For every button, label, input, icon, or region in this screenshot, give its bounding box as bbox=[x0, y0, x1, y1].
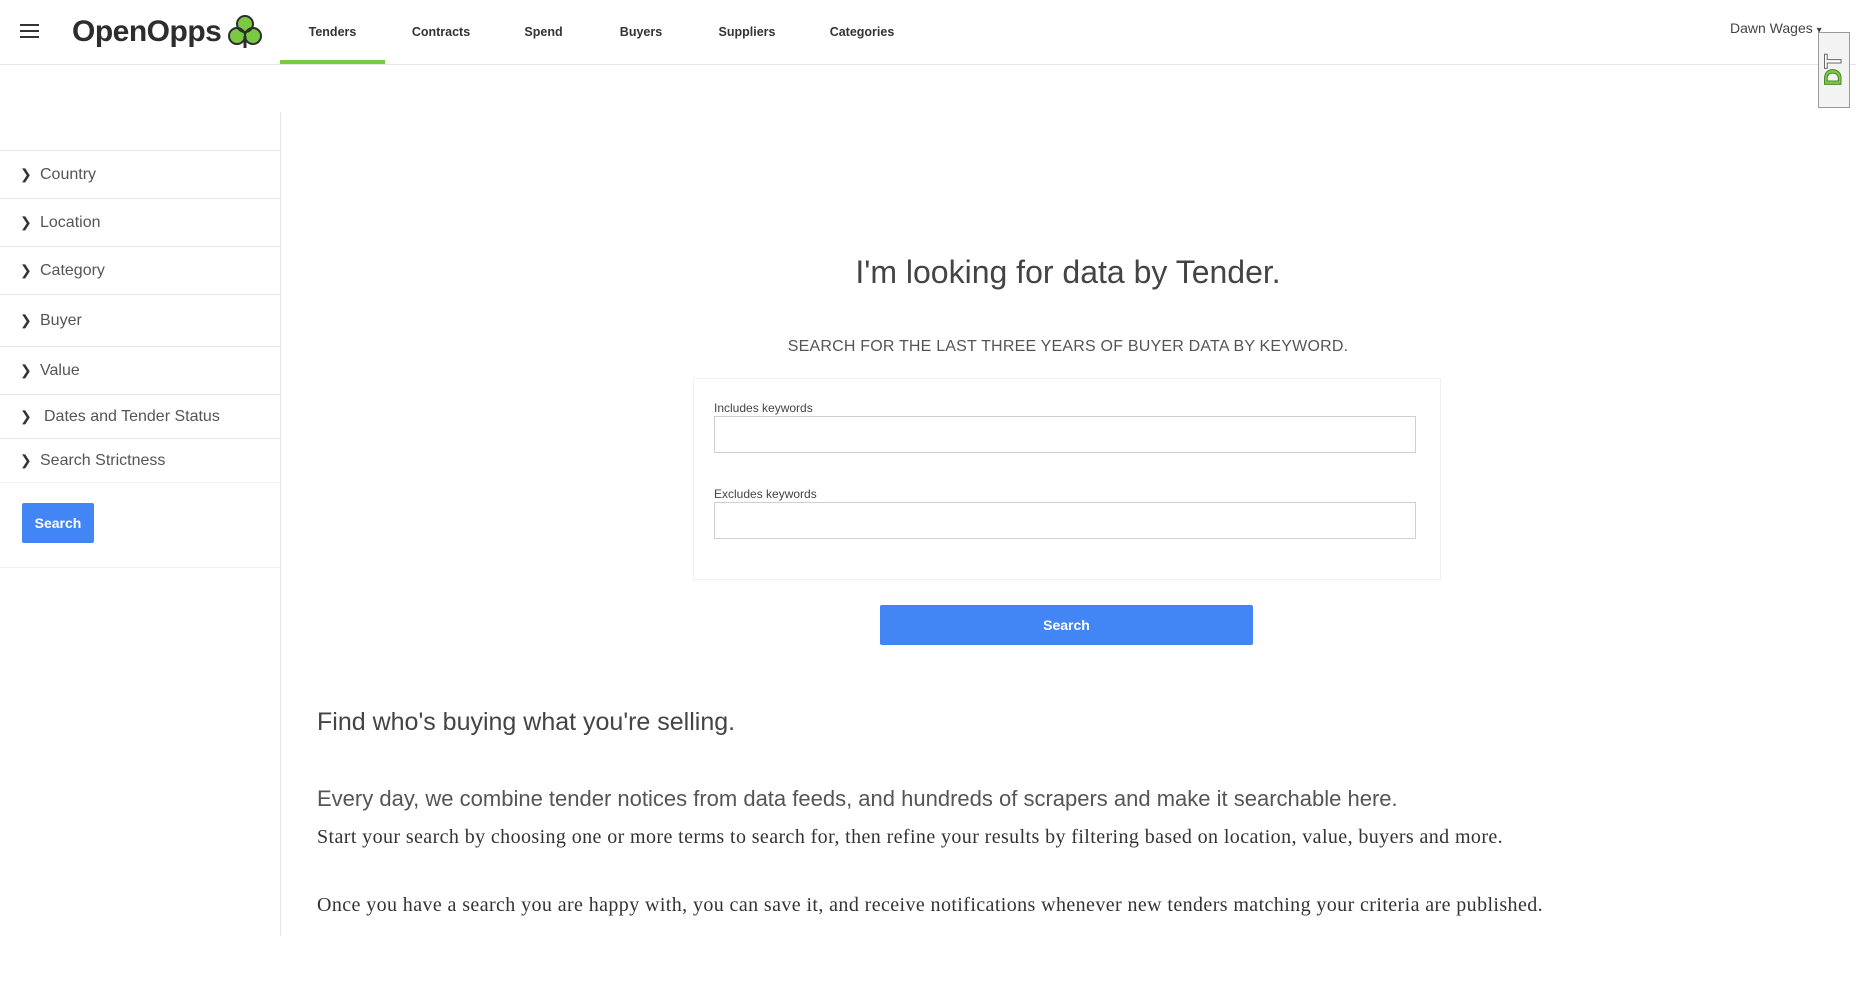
chevron-right-icon: ❯ bbox=[20, 452, 32, 468]
dt-badge-text: DT bbox=[1820, 53, 1848, 86]
nav-contracts[interactable]: Contracts bbox=[385, 0, 497, 64]
filter-label: Buyer bbox=[40, 311, 82, 329]
search-button[interactable]: Search bbox=[880, 605, 1253, 645]
divider bbox=[0, 567, 280, 568]
chevron-right-icon: ❯ bbox=[20, 214, 32, 230]
filter-buyer[interactable]: ❯ Buyer bbox=[0, 295, 280, 347]
filter-label: Category bbox=[40, 261, 105, 279]
filter-sidebar: ❯ Country ❯ Location ❯ Category ❯ Buyer … bbox=[0, 112, 281, 936]
filter-value[interactable]: ❯ Value bbox=[0, 347, 280, 395]
chevron-right-icon: ❯ bbox=[20, 312, 32, 328]
page-subtitle: SEARCH FOR THE LAST THREE YEARS OF BUYER… bbox=[787, 338, 1349, 355]
filter-label: Country bbox=[40, 165, 97, 183]
filter-search-strictness[interactable]: ❯ Search Strictness bbox=[0, 439, 280, 483]
sidebar-search-button[interactable]: Search bbox=[22, 503, 94, 543]
chevron-right-icon: ❯ bbox=[20, 262, 32, 278]
clover-logo-icon bbox=[228, 15, 263, 48]
filter-category[interactable]: ❯ Category bbox=[0, 247, 280, 295]
filter-dates-and-status[interactable]: ❯ Dates and Tender Status bbox=[0, 395, 280, 439]
nav-categories[interactable]: Categories bbox=[802, 0, 922, 64]
user-menu[interactable]: Dawn Wages ▾ bbox=[1730, 20, 1822, 36]
filter-label: Dates and Tender Status bbox=[44, 407, 220, 425]
page-title: I'm looking for data by Tender. bbox=[855, 254, 1281, 290]
filter-list: ❯ Country ❯ Location ❯ Category ❯ Buyer … bbox=[0, 150, 280, 483]
filter-label: Location bbox=[40, 213, 101, 231]
nav-buyers[interactable]: Buyers bbox=[590, 0, 692, 64]
nav-spend[interactable]: Spend bbox=[497, 0, 590, 64]
logo[interactable]: OpenOpps bbox=[72, 12, 263, 52]
includes-keywords-label: Includes keywords bbox=[714, 401, 813, 415]
chevron-right-icon: ❯ bbox=[20, 408, 32, 424]
filter-country[interactable]: ❯ Country bbox=[0, 151, 280, 199]
nav-suppliers[interactable]: Suppliers bbox=[692, 0, 802, 64]
top-header: OpenOpps Tenders Contracts Spend Buyers … bbox=[0, 0, 1856, 65]
filter-label: Search Strictness bbox=[40, 451, 166, 469]
nav-tenders[interactable]: Tenders bbox=[280, 0, 385, 64]
filter-location[interactable]: ❯ Location bbox=[0, 199, 280, 247]
keyword-search-card: Includes keywords Excludes keywords bbox=[693, 378, 1441, 580]
intro-paragraph: Start your search by choosing one or mor… bbox=[317, 826, 1504, 848]
chevron-right-icon: ❯ bbox=[20, 362, 32, 378]
main-nav: Tenders Contracts Spend Buyers Suppliers… bbox=[280, 0, 922, 64]
intro-paragraph: Every day, we combine tender notices fro… bbox=[317, 786, 1398, 811]
chevron-right-icon: ❯ bbox=[20, 166, 32, 182]
intro-heading: Find who's buying what you're selling. bbox=[317, 708, 736, 736]
filter-label: Value bbox=[40, 361, 80, 379]
user-name: Dawn Wages bbox=[1730, 20, 1813, 36]
includes-keywords-input[interactable] bbox=[714, 416, 1416, 453]
excludes-keywords-label: Excludes keywords bbox=[714, 487, 817, 501]
dt-badge[interactable]: DT bbox=[1818, 32, 1850, 108]
excludes-keywords-input[interactable] bbox=[714, 502, 1416, 539]
intro-paragraph: Once you have a search you are happy wit… bbox=[317, 894, 1544, 916]
menu-icon[interactable] bbox=[20, 24, 39, 40]
logo-text: OpenOpps bbox=[72, 15, 222, 48]
